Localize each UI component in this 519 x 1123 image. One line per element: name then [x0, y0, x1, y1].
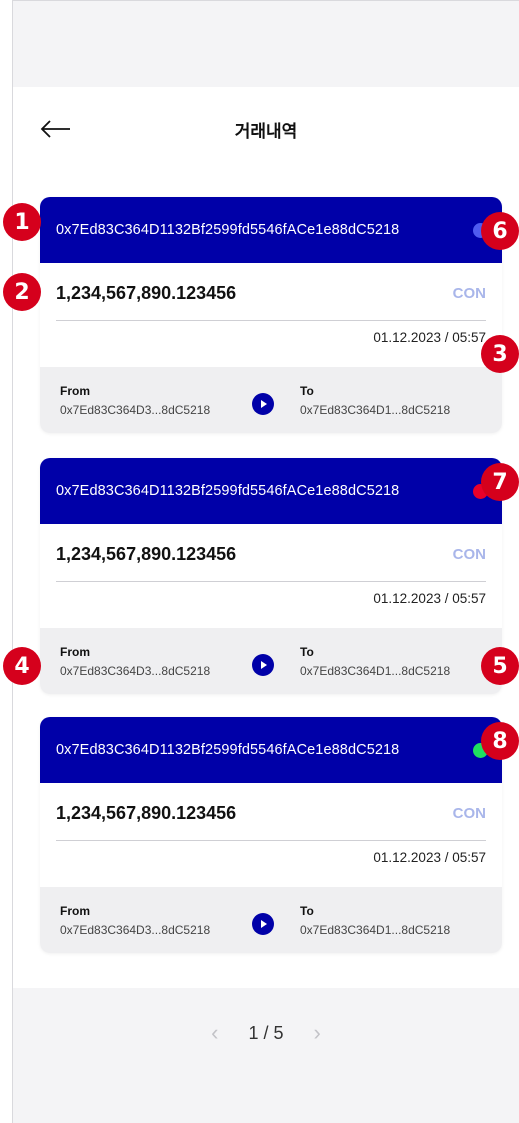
arrow-right-circle-icon[interactable]	[252, 393, 274, 415]
chevron-right-icon[interactable]: ›	[314, 1018, 321, 1048]
back-button[interactable]	[39, 117, 73, 141]
tx-unit: CON	[452, 285, 486, 302]
tx-amount: 1,234,567,890.123456	[56, 803, 237, 823]
tx-datetime: 01.12.2023 / 05:57	[373, 591, 486, 606]
annotation-badge-8: 8	[481, 722, 519, 760]
amount-row: 1,234,567,890.123456 CON	[56, 263, 486, 321]
card-header: 0x7Ed83C364D1132Bf2599fd5546fACe1e88dC52…	[40, 717, 502, 783]
amount-row: 1,234,567,890.123456 CON	[56, 524, 486, 582]
transaction-card[interactable]: 0x7Ed83C364D1132Bf2599fd5546fACe1e88dC52…	[40, 197, 502, 433]
tx-datetime: 01.12.2023 / 05:57	[373, 850, 486, 865]
annotation-badge-7: 7	[481, 463, 519, 501]
transfer-section: From 0x7Ed83C364D3...8dC5218 To 0x7Ed83C…	[40, 367, 502, 433]
annotation-badge-1: 1	[3, 203, 41, 241]
from-address: 0x7Ed83C364D3...8dC5218	[60, 403, 211, 417]
tx-address: 0x7Ed83C364D1132Bf2599fd5546fACe1e88dC52…	[56, 742, 400, 758]
to-address: 0x7Ed83C364D1...8dC5218	[300, 664, 451, 678]
annotation-badge-2: 2	[3, 273, 41, 311]
chevron-left-icon[interactable]: ‹	[211, 1018, 218, 1048]
tx-address: 0x7Ed83C364D1132Bf2599fd5546fACe1e88dC52…	[56, 222, 400, 238]
amount-row: 1,234,567,890.123456 CON	[56, 783, 486, 841]
annotation-badge-6: 6	[481, 212, 519, 250]
transaction-card[interactable]: 0x7Ed83C364D1132Bf2599fd5546fACe1e88dC52…	[40, 458, 502, 694]
tx-amount: 1,234,567,890.123456	[56, 283, 237, 303]
to-address: 0x7Ed83C364D1...8dC5218	[300, 403, 451, 417]
to-label: To	[300, 904, 314, 918]
from-label: From	[60, 384, 90, 398]
page-header: 거래내역	[13, 87, 519, 172]
arrow-right-circle-icon[interactable]	[252, 654, 274, 676]
from-address: 0x7Ed83C364D3...8dC5218	[60, 923, 211, 937]
card-header: 0x7Ed83C364D1132Bf2599fd5546fACe1e88dC52…	[40, 458, 502, 524]
from-address: 0x7Ed83C364D3...8dC5218	[60, 664, 211, 678]
tx-address: 0x7Ed83C364D1132Bf2599fd5546fACe1e88dC52…	[56, 483, 400, 499]
to-address: 0x7Ed83C364D1...8dC5218	[300, 923, 451, 937]
annotation-badge-5: 5	[481, 647, 519, 685]
transaction-list: 0x7Ed83C364D1132Bf2599fd5546fACe1e88dC52…	[13, 172, 519, 988]
tx-datetime: 01.12.2023 / 05:57	[373, 330, 486, 345]
card-header: 0x7Ed83C364D1132Bf2599fd5546fACe1e88dC52…	[40, 197, 502, 263]
arrow-left-icon	[40, 120, 70, 138]
annotation-badge-3: 3	[481, 335, 519, 373]
tx-unit: CON	[452, 546, 486, 563]
app-frame: 거래내역 0x7Ed83C364D1132Bf2599fd5546fACe1e8…	[12, 0, 519, 1123]
annotation-badge-4: 4	[3, 647, 41, 685]
from-label: From	[60, 645, 90, 659]
tx-amount: 1,234,567,890.123456	[56, 544, 237, 564]
transaction-card[interactable]: 0x7Ed83C364D1132Bf2599fd5546fACe1e88dC52…	[40, 717, 502, 953]
status-bar-area	[13, 1, 519, 87]
page-title: 거래내역	[234, 122, 298, 141]
page-indicator: 1 / 5	[248, 1023, 284, 1043]
tx-unit: CON	[452, 805, 486, 822]
to-label: To	[300, 645, 314, 659]
transfer-section: From 0x7Ed83C364D3...8dC5218 To 0x7Ed83C…	[40, 628, 502, 694]
from-label: From	[60, 904, 90, 918]
transfer-section: From 0x7Ed83C364D3...8dC5218 To 0x7Ed83C…	[40, 887, 502, 953]
arrow-right-circle-icon[interactable]	[252, 913, 274, 935]
to-label: To	[300, 384, 314, 398]
pagination: ‹ 1 / 5 ›	[13, 988, 519, 1123]
